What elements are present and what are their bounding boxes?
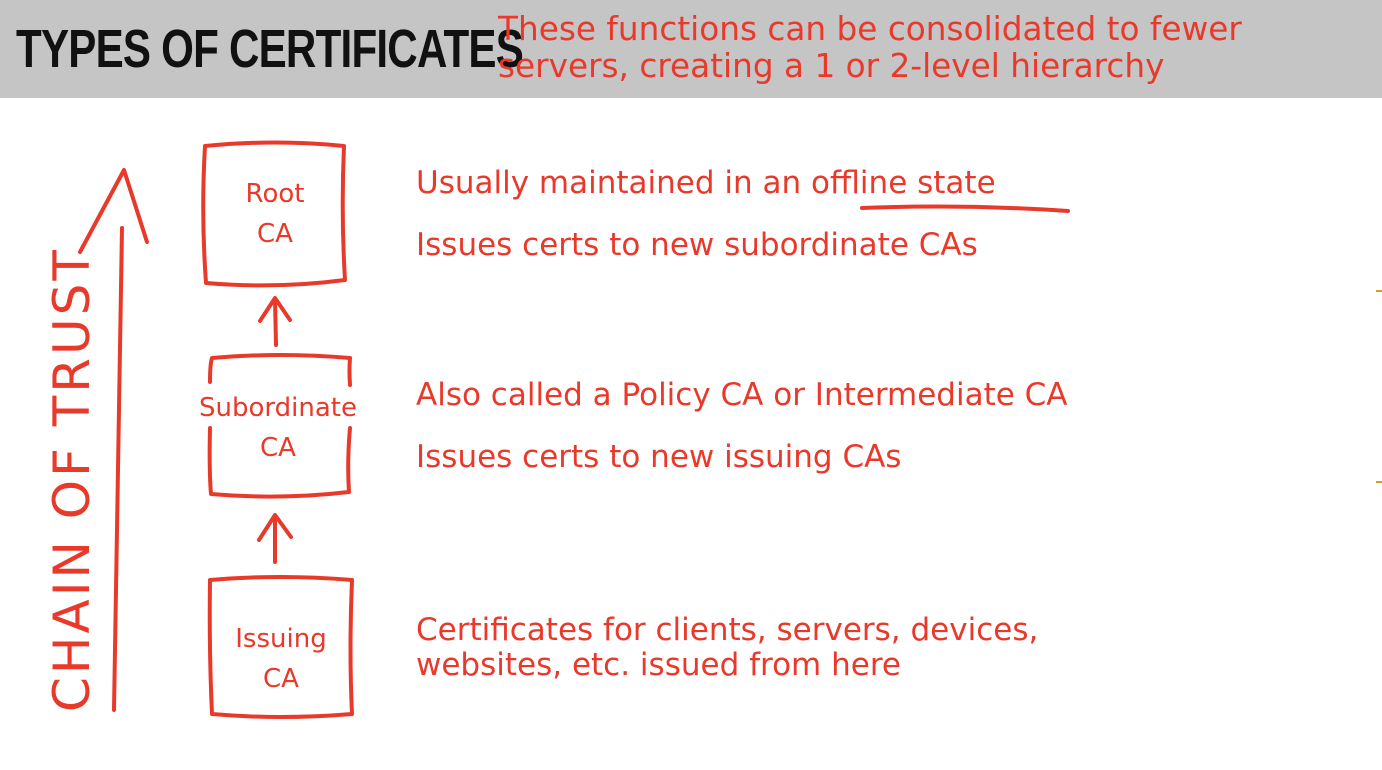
- subordinate-ca-box-top: [208, 353, 352, 387]
- root-ca-label-line-2: CA: [257, 219, 293, 249]
- arrow-sub-to-root: [258, 296, 292, 347]
- chain-arrow-head: [78, 168, 149, 254]
- root-ca-label-line-1: Root: [245, 179, 305, 209]
- subordinate-ca-label: Subordinate CA: [180, 388, 376, 468]
- issuing-desc-2: websites, etc. issued from here: [416, 647, 901, 683]
- subordinate-ca-label-line-2: CA: [260, 433, 296, 463]
- edge-mark-1: [1376, 290, 1382, 292]
- issuing-ca-label-line-2: CA: [263, 664, 299, 694]
- subordinate-ca-label-line-1: Subordinate: [199, 393, 357, 423]
- chain-of-trust-label: CHAIN OF TRUST: [43, 247, 101, 712]
- issuing-desc-1: Certificates for clients, servers, devic…: [416, 612, 1039, 648]
- root-desc-1: Usually maintained in an offline state: [416, 165, 996, 201]
- subordinate-desc-2: Issues certs to new issuing CAs: [416, 439, 902, 475]
- edge-mark-2: [1376, 481, 1382, 483]
- root-ca-label: Root CA: [206, 174, 344, 254]
- issuing-ca-label-line-1: Issuing: [235, 624, 327, 654]
- arrow-issuing-to-sub: [257, 513, 293, 564]
- root-desc-2: Issues certs to new subordinate CAs: [416, 227, 978, 263]
- issuing-ca-label: Issuing CA: [212, 619, 350, 699]
- chain-arrow-shaft: [112, 226, 124, 712]
- offline-state-underline: [860, 204, 1070, 213]
- subordinate-desc-1: Also called a Policy CA or Intermediate …: [416, 377, 1068, 413]
